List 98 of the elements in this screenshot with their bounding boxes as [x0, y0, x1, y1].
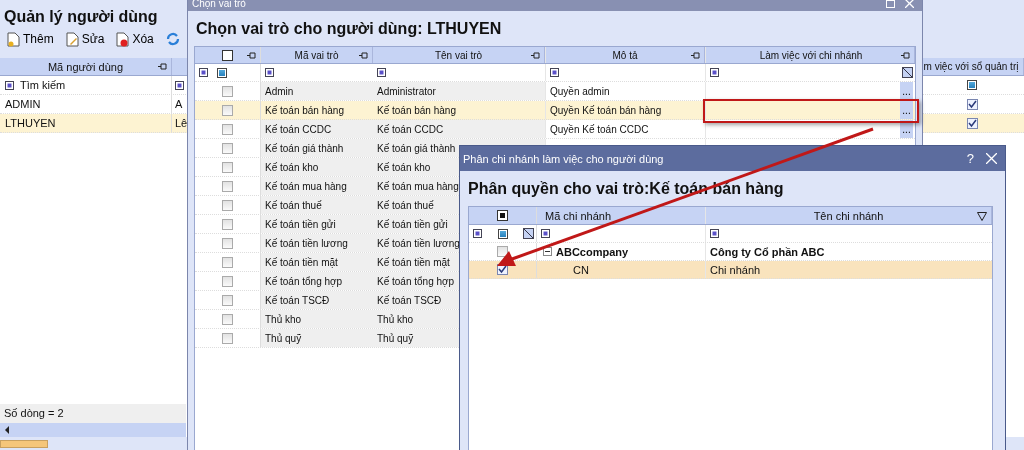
- table-cell: Thủ quỹ: [261, 329, 373, 347]
- ellipsis-button[interactable]: ...: [900, 101, 913, 119]
- header-checkbox[interactable]: [222, 49, 233, 61]
- tree-cell: ABCcompany: [556, 245, 629, 258]
- pin-icon[interactable]: [158, 63, 167, 70]
- column-header[interactable]: Mã người dùng: [0, 58, 172, 75]
- filter-icon[interactable]: [710, 229, 719, 238]
- table-cell: Kế toán kho: [261, 158, 373, 176]
- checkbox[interactable]: [222, 161, 233, 173]
- filter-icon[interactable]: [550, 68, 559, 77]
- tree-row[interactable]: CN Chi nhánh: [469, 261, 992, 279]
- pin-icon[interactable]: [531, 52, 540, 59]
- maximize-icon[interactable]: [886, 0, 895, 8]
- table-cell: A: [175, 98, 183, 110]
- checkbox[interactable]: [222, 104, 233, 116]
- pin-icon[interactable]: [901, 52, 910, 59]
- checkbox[interactable]: [222, 142, 233, 154]
- table-row[interactable]: Kế toán CCDC Kế toán CCDC Quyền Kế toán CCDC ...: [195, 120, 915, 139]
- pin-icon[interactable]: [359, 52, 368, 59]
- table-cell: Kế toán tổng hợp: [261, 272, 373, 290]
- filter-icon[interactable]: [199, 68, 208, 77]
- column-header[interactable]: Mã vai trò: [261, 47, 373, 63]
- ellipsis-button[interactable]: ...: [900, 82, 913, 100]
- checkbox[interactable]: [222, 313, 233, 325]
- table-cell: Thủ kho: [261, 310, 373, 328]
- checkbox[interactable]: [497, 246, 508, 257]
- table-cell: Admin: [261, 82, 373, 100]
- table-cell: LTHUYEN: [0, 114, 172, 132]
- new-document-icon: [7, 31, 20, 47]
- filter-icon[interactable]: [5, 80, 14, 90]
- toolbar-button[interactable]: Xóa: [111, 30, 159, 48]
- table-cell: Quyền Kế toán bán hàng: [550, 104, 662, 116]
- horizontal-scrollbar[interactable]: [0, 423, 186, 437]
- table-cell: Kế toán tiền mặt: [261, 253, 373, 271]
- close-icon[interactable]: [986, 153, 997, 164]
- filter-icon[interactable]: [175, 80, 184, 90]
- filter-icon[interactable]: [265, 68, 274, 77]
- refresh-icon: [165, 32, 180, 46]
- checkbox[interactable]: [966, 98, 978, 110]
- column-header[interactable]: Mã chi nhánh: [537, 207, 706, 224]
- filter-icon[interactable]: [377, 68, 386, 77]
- checkbox[interactable]: [222, 85, 233, 97]
- checkbox[interactable]: [222, 237, 233, 249]
- edit-document-icon: [65, 31, 79, 47]
- filter-icon[interactable]: [497, 228, 508, 239]
- scroll-left-icon[interactable]: [5, 426, 10, 434]
- clear-filter-icon[interactable]: [902, 67, 913, 78]
- toolbar-button[interactable]: Sửa: [60, 30, 110, 48]
- column-header[interactable]: Làm việc với chi nhánh: [705, 47, 915, 63]
- delete-document-icon: [116, 31, 130, 47]
- table-cell: Kế toán CCDC: [261, 120, 373, 138]
- pin-icon[interactable]: [691, 52, 700, 59]
- collapse-icon[interactable]: [543, 247, 552, 256]
- column-header[interactable]: Tên chi nhánh: [706, 207, 992, 224]
- search-field[interactable]: Tìm kiếm: [20, 79, 66, 91]
- toolbar-button[interactable]: Thêm: [2, 30, 59, 48]
- checkbox[interactable]: [222, 123, 233, 135]
- table-cell-text: Công ty Cổ phần ABC: [709, 244, 826, 260]
- row-count: Số dòng = 2: [0, 404, 186, 423]
- filter-dropdown-icon[interactable]: [977, 212, 987, 221]
- help-button[interactable]: ?: [966, 151, 974, 166]
- checkbox[interactable]: [966, 117, 978, 129]
- table-cell: Kế toán TSCĐ: [261, 291, 373, 309]
- filter-icon[interactable]: [473, 229, 482, 238]
- checkbox[interactable]: [222, 294, 233, 306]
- checkbox[interactable]: [222, 256, 233, 268]
- table-cell: Kế toán CCDC: [373, 120, 545, 138]
- table-cell: Lê: [175, 117, 188, 129]
- header-checkbox[interactable]: [497, 210, 508, 221]
- checkbox[interactable]: [222, 332, 233, 344]
- table-cell: Administrator: [373, 82, 545, 100]
- tree-cell: CN: [573, 263, 589, 276]
- checkbox[interactable]: [222, 218, 233, 230]
- checkbox[interactable]: [222, 199, 233, 211]
- table-cell: Kế toán giá thành: [261, 139, 373, 157]
- checkbox[interactable]: [222, 180, 233, 192]
- table-cell: Quyền Kế toán CCDC: [550, 123, 649, 135]
- table-cell: Quyền admin: [550, 85, 610, 97]
- filter-icon[interactable]: [967, 80, 977, 90]
- checkbox[interactable]: [222, 275, 233, 287]
- pin-icon[interactable]: [247, 52, 256, 59]
- filter-icon[interactable]: [710, 68, 719, 77]
- page-title: Quản lý người dùng: [3, 7, 158, 26]
- table-cell: ADMIN: [0, 95, 172, 113]
- close-icon[interactable]: [905, 0, 914, 8]
- table-cell: Kế toán tiền lương: [261, 234, 373, 252]
- dialog-heading: Chọn vai trò cho người dùng: LTHUYEN: [195, 19, 503, 39]
- table-row[interactable]: Kế toán bán hàng Kế toán bán hàng Quyền Kế toán bán hàng ...: [195, 101, 915, 120]
- table-cell: Kế toán thuế: [261, 196, 373, 214]
- dialog-title: Chọn vai trò: [188, 0, 922, 11]
- table-cell: Kế toán tiền gửi: [261, 215, 373, 233]
- clear-filter-icon[interactable]: [523, 228, 534, 239]
- column-header[interactable]: Tên vai trò: [373, 47, 545, 63]
- table-cell: Kế toán mua hàng: [261, 177, 373, 195]
- column-header[interactable]: Mô tả: [545, 47, 705, 63]
- filter-icon[interactable]: [217, 67, 227, 78]
- table-cell-text: Chi nhánh: [709, 262, 762, 278]
- filter-icon[interactable]: [541, 229, 550, 238]
